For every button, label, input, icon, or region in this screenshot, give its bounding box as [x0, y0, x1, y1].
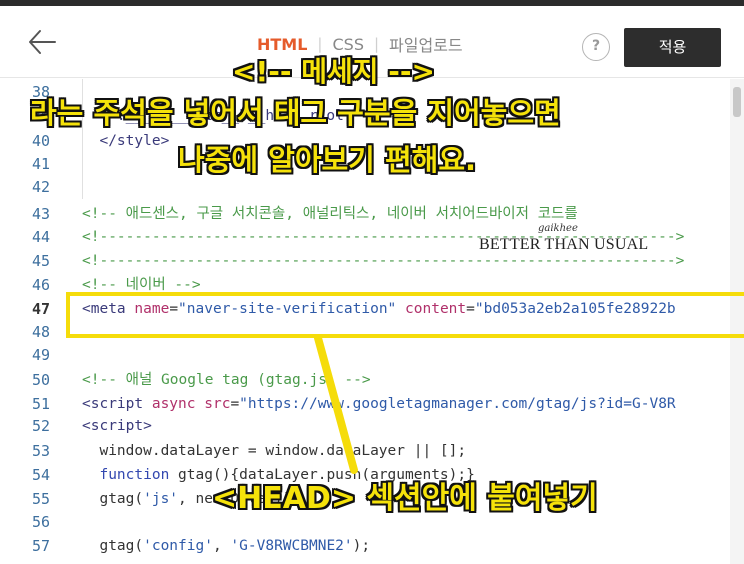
line-number: 44 [31, 228, 50, 246]
line-number: 46 [31, 276, 50, 294]
line-number: 41 [31, 155, 50, 173]
line-number: 50 [31, 371, 50, 389]
line-number: 40 [31, 132, 50, 150]
code-token: async [151, 396, 196, 412]
code-token: function [82, 467, 170, 483]
code-token: gtag( [82, 538, 144, 554]
line-number: 55 [31, 490, 50, 508]
code-line-57: gtag('config', 'G-V8RWCBMNE2'); [82, 535, 370, 557]
code-line-50: <!-- 애널 Google tag (gtag.js) --> [82, 372, 371, 388]
help-icon[interactable]: ? [582, 33, 610, 61]
scrollbar-thumb[interactable] [733, 87, 741, 117]
line-number-gutter: 38 39 40 41 42 43 44 45 46 47 48 49 50 5… [0, 79, 70, 564]
annotation-explanation-2: 나중에 알아보기 편해요. [178, 143, 477, 177]
code-token: ); [352, 538, 371, 554]
watermark-text: BETTER THAN USUAL [479, 236, 649, 253]
code-token: 'config' [143, 538, 213, 554]
code-token: 'js' [143, 491, 179, 507]
line-number: 49 [31, 346, 50, 364]
watermark-script: gaikhee [538, 223, 578, 234]
code-token: gtag( [82, 491, 144, 507]
annotation-explanation: 라는 주석을 넣어서 태그 구분을 지어놓으면 [30, 96, 561, 130]
active-line-number: 47 [31, 300, 50, 318]
code-line-40: </style> [82, 133, 170, 149]
code-token: <script [82, 396, 152, 412]
line-number: 54 [31, 466, 50, 484]
code-token: "https://www.googletagmanager.com/gtag/j… [239, 396, 676, 412]
line-number: 45 [31, 252, 50, 270]
back-arrow-icon[interactable] [26, 28, 58, 56]
line-number: 53 [31, 442, 50, 460]
code-line-53: window.dataLayer = window.dataLayer || [… [82, 443, 467, 459]
code-line-52: <script> [82, 418, 152, 434]
code-line-51: <script async src="https://www.googletag… [82, 396, 676, 412]
annotation-comment-syntax: <!-- 메세지 --> [232, 55, 435, 88]
apply-button[interactable]: 적용 [624, 28, 721, 67]
code-token: src [204, 396, 231, 412]
line-number: 51 [31, 395, 50, 413]
code-token: , [212, 538, 231, 554]
line-number: 52 [31, 417, 50, 435]
code-token: 'G-V8RWCBMNE2' [230, 538, 353, 554]
line-number: 48 [31, 323, 50, 341]
line-number: 42 [31, 178, 50, 196]
line-number: 43 [31, 205, 50, 223]
code-line-43: <!-- 애드센스, 구글 서치콘솔, 애널리틱스, 네이버 서치어드바이저 코… [82, 206, 578, 222]
line-number: 57 [31, 537, 50, 555]
annotation-paste-head: <HEAD> 섹션안에 붙여넣기 [212, 481, 598, 516]
line-number: 56 [31, 513, 50, 531]
highlight-box [66, 292, 744, 338]
